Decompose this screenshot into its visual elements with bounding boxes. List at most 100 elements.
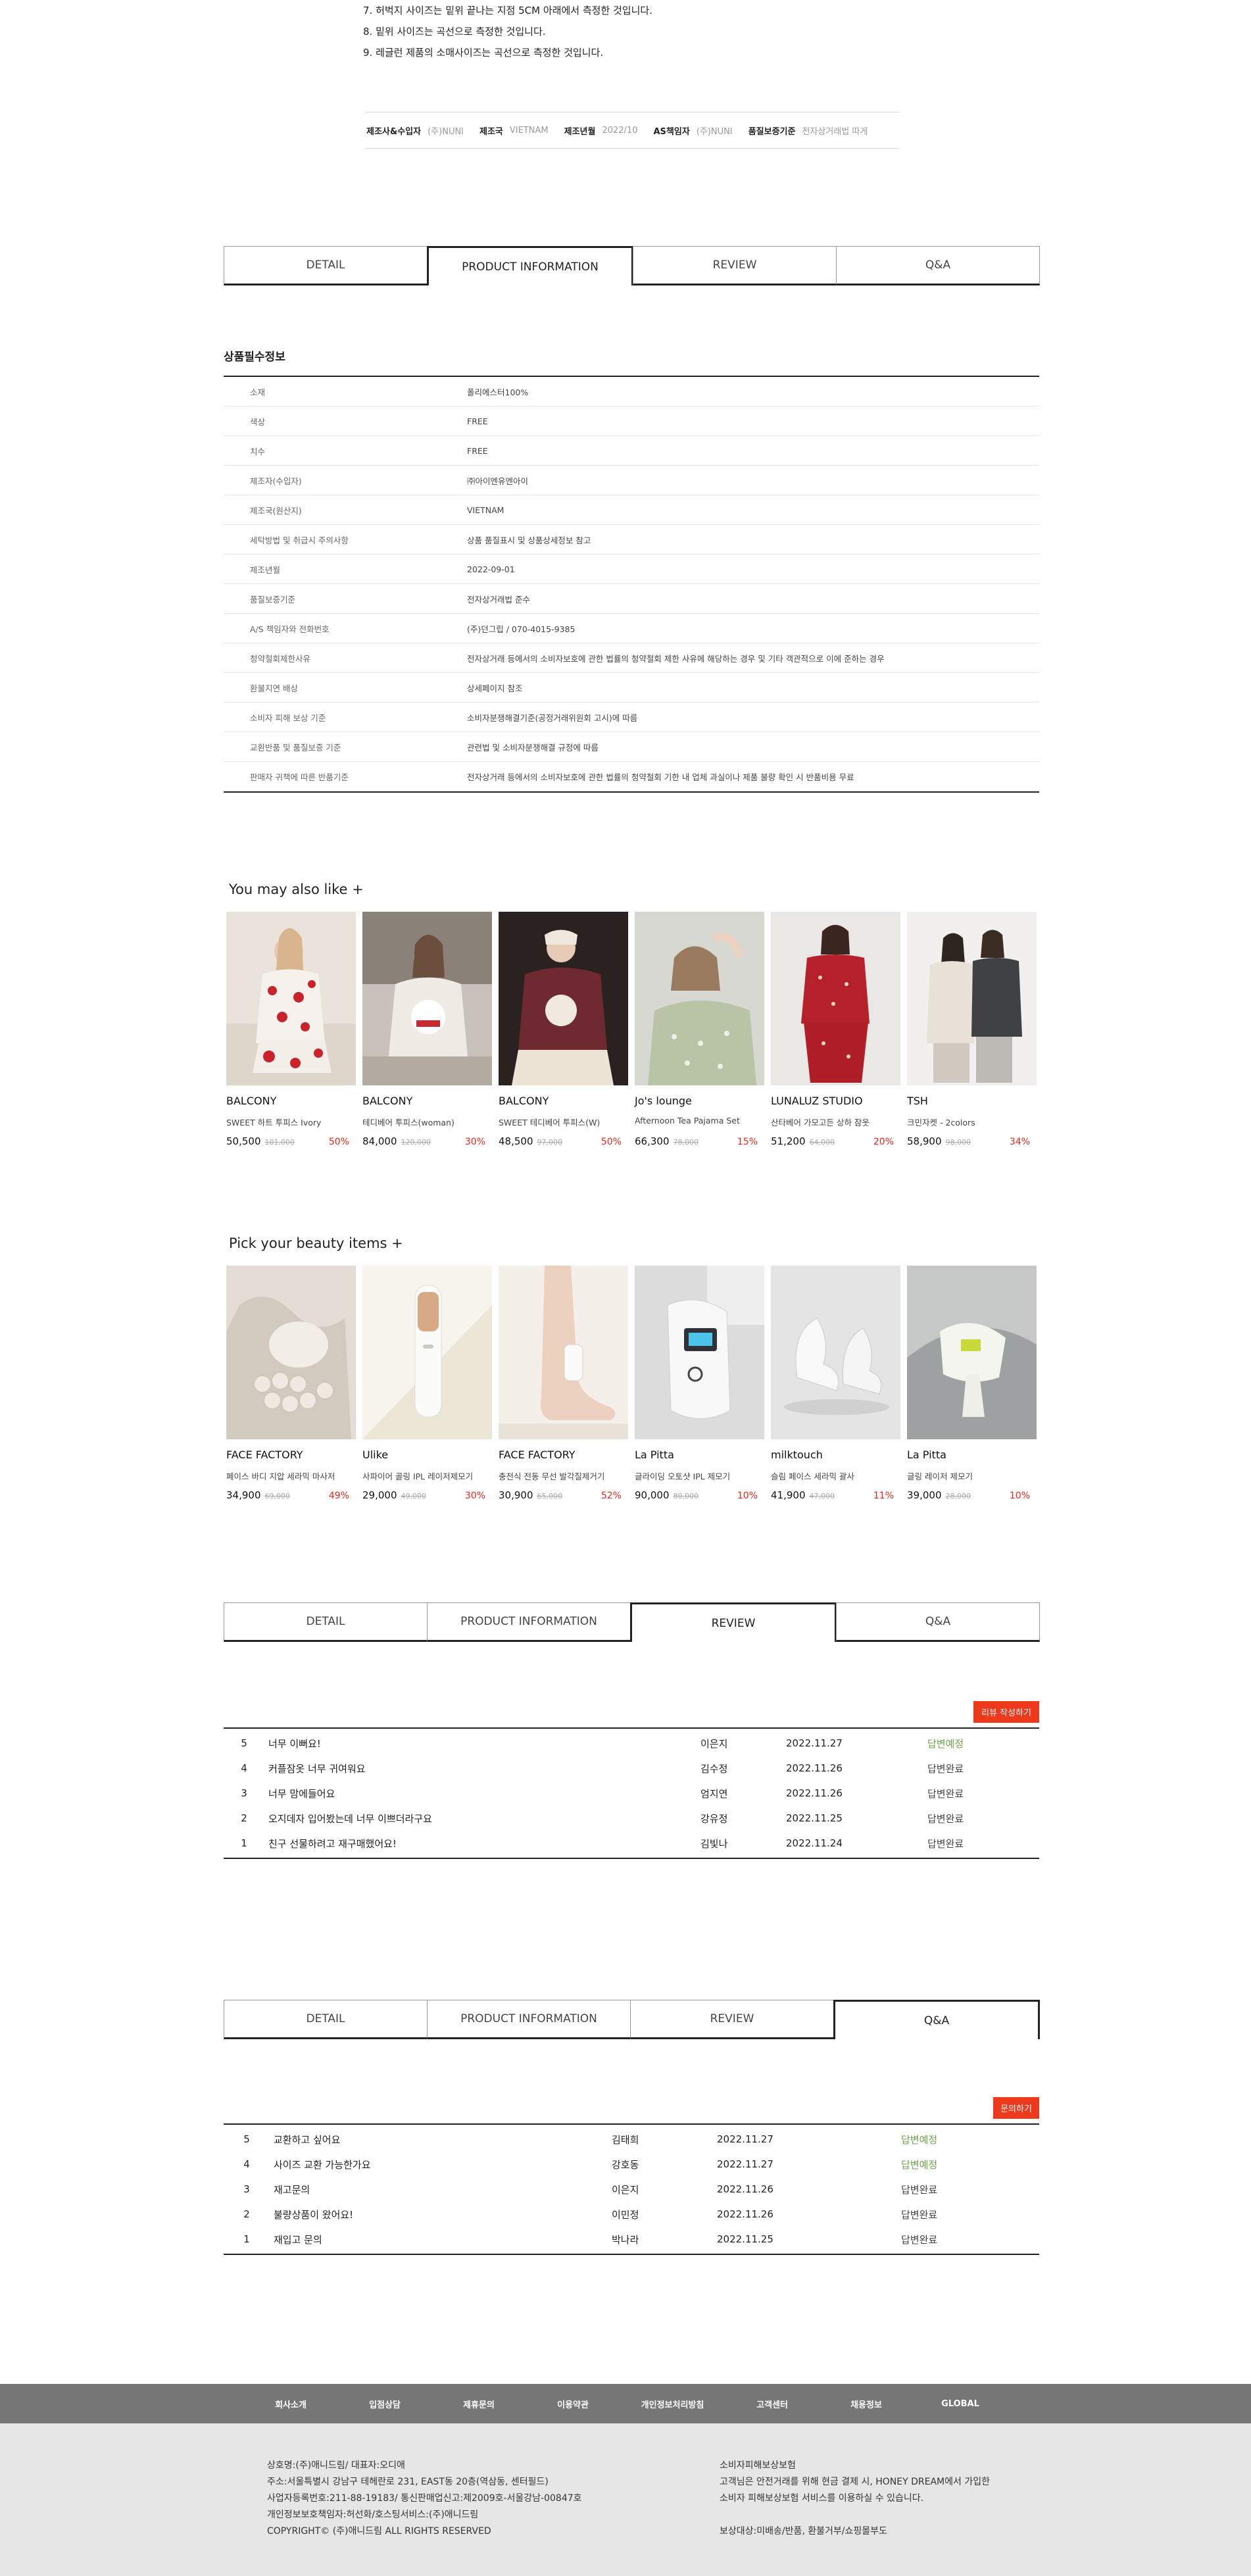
product-card[interactable]: La Pitta 글링 레이저 제모기 39,000 28,000 10% (907, 1266, 1037, 1502)
row-subject[interactable]: 커플잠옷 너무 귀여워요 (264, 1762, 700, 1775)
product-name[interactable]: 사파이어 골링 IPL 레이저제모기 (362, 1470, 492, 1481)
row-date: 2022.11.25 (786, 1812, 843, 1824)
row-subject[interactable]: 재입고 문의 (270, 2233, 612, 2246)
product-name[interactable]: 슬림 페이스 세라믹 괄사 (771, 1470, 900, 1481)
product-image-jackets[interactable] (907, 912, 1037, 1085)
review-row[interactable]: 2 오지데자 입어봤는데 너무 이쁘더라구요 강유정 2022.11.25 답변완료 (224, 1806, 1039, 1831)
qna-row[interactable]: 4 사이즈 교환 가능한가요 강호동 2022.11.27 답변예정 (224, 2152, 1039, 2177)
review-row[interactable]: 3 너무 맘에들어요 엄지연 2022.11.26 답변완료 (224, 1781, 1039, 1806)
qna-row[interactable]: 1 재입고 문의 박나라 2022.11.25 답변완료 (224, 2227, 1039, 2252)
product-brand: BALCONY (499, 1095, 549, 1107)
ask-question-button[interactable]: 문의하기 (993, 2097, 1039, 2119)
tab-qna[interactable]: Q&A (836, 246, 1040, 285)
product-card[interactable]: Jo's lounge Afternoon Tea Pajama Set 66,… (635, 912, 764, 1149)
info-value: 소비자분쟁해결기준(공정거래위원회 고시)에 따름 (467, 712, 638, 723)
qna-row[interactable]: 2 불량상품이 왔어요! 이민정 2022.11.26 답변완료 (224, 2202, 1039, 2227)
review-row[interactable]: 5 너무 이뻐요! 이은지 2022.11.27 답변예정 (224, 1731, 1039, 1756)
product-brand: milktouch (771, 1449, 823, 1461)
product-image-teddy-sweater[interactable] (362, 912, 492, 1085)
row-subject[interactable]: 너무 이뻐요! (264, 1737, 700, 1750)
product-image-pajama-hearts[interactable] (226, 912, 356, 1085)
tab-qna[interactable]: Q&A (836, 1602, 1040, 1642)
product-card[interactable]: milktouch 슬림 페이스 세라믹 괄사 41,900 47,000 11% (771, 1266, 900, 1502)
row-number: 4 (241, 1762, 247, 1774)
write-review-button[interactable]: 리뷰 작성하기 (973, 1701, 1039, 1723)
tab-bar-info: DETAIL PRODUCT INFORMATION REVIEW Q&A (224, 246, 1040, 285)
row-subject[interactable]: 불량상품이 왔어요! (270, 2208, 612, 2221)
product-name[interactable]: 페이스 바디 지압 세라믹 마사저 (226, 1470, 356, 1481)
product-card[interactable]: FACE FACTORY 충전식 전동 무선 발각질제거기 30,900 65,0… (499, 1266, 628, 1502)
row-date: 2022.11.24 (786, 1837, 843, 1849)
product-card[interactable]: FACE FACTORY 페이스 바디 지압 세라믹 마사저 34,900 69,… (226, 1266, 356, 1502)
beauty-title[interactable]: Pick your beauty items + (229, 1235, 403, 1251)
tab-detail[interactable]: DETAIL (224, 2000, 428, 2039)
product-image-gua-sha[interactable] (771, 1266, 900, 1439)
product-name[interactable]: 크민자켓 - 2colors (907, 1116, 1037, 1127)
tab-product-information[interactable]: PRODUCT INFORMATION (427, 246, 633, 285)
product-name[interactable]: 충전식 전동 무선 발각질제거기 (499, 1470, 628, 1481)
footer-link-affiliate[interactable]: 제휴문의 (432, 2398, 526, 2410)
info-row: 소비자 피해 보상 기준 소비자분쟁해결기준(공정거래위원회 고시)에 따름 (224, 703, 1039, 732)
product-price: 34,900 (226, 1489, 261, 1501)
info-row: 소재 폴리에스터100% (224, 377, 1039, 407)
review-row[interactable]: 4 커플잠옷 너무 귀여워요 김수정 2022.11.26 답변완료 (224, 1756, 1039, 1781)
footer-link-privacy[interactable]: 개인정보처리방침 (620, 2398, 725, 2410)
product-card[interactable]: LUNALUZ STUDIO 산타베어 가모고든 상하 잠옷 51,200 64,… (771, 912, 900, 1149)
product-name[interactable]: 글라이딩 오토샷 IPL 제모기 (635, 1470, 764, 1481)
tab-detail[interactable]: DETAIL (224, 246, 428, 285)
product-card[interactable]: BALCONY SWEET 하트 투피스 Ivory 50,500 101,000… (226, 912, 356, 1149)
product-image-ceramic-massager[interactable] (226, 1266, 356, 1439)
tab-review[interactable]: REVIEW (630, 1602, 837, 1642)
footer-link-partnership[interactable]: 입점상담 (338, 2398, 432, 2410)
product-image-floral-pajama[interactable] (635, 912, 764, 1085)
row-status: 답변예정 (927, 1737, 964, 1750)
product-name[interactable]: Afternoon Tea Pajama Set (635, 1116, 764, 1127)
product-image-ipl-device[interactable] (362, 1266, 492, 1439)
you-may-like-title[interactable]: You may also like + (229, 881, 364, 897)
row-subject[interactable]: 사이즈 교환 가능한가요 (270, 2158, 612, 2171)
product-card[interactable]: BALCONY 테디베어 투피스(woman) 84,000 120,000 30% (362, 912, 492, 1149)
product-card[interactable]: BALCONY SWEET 테디베어 투피스(W) 48,500 97,000 50… (499, 912, 628, 1149)
size-note: 8. 밑위 사이즈는 곡선으로 측정한 것입니다. (363, 26, 546, 37)
product-price: 30,900 (499, 1489, 533, 1501)
product-name[interactable]: SWEET 테디베어 투피스(W) (499, 1116, 628, 1127)
tab-review[interactable]: REVIEW (630, 2000, 834, 2039)
info-row: 세탁방법 및 취급시 주의사항 상품 품질표시 및 상품상세정보 참고 (224, 525, 1039, 555)
tab-review[interactable]: REVIEW (633, 246, 837, 285)
product-name[interactable]: 글링 레이저 제모기 (907, 1470, 1037, 1481)
product-card[interactable]: La Pitta 글라이딩 오토샷 IPL 제모기 90,000 80,000 10… (635, 1266, 764, 1502)
product-name[interactable]: SWEET 하트 투피스 Ivory (226, 1116, 356, 1127)
product-image-teddy-burgundy[interactable] (499, 912, 628, 1085)
tab-product-information[interactable]: PRODUCT INFORMATION (427, 1602, 631, 1642)
footer-link-global[interactable]: GLOBAL (914, 2399, 1008, 2409)
footer-link-careers[interactable]: 채용정보 (820, 2398, 914, 2410)
row-subject[interactable]: 친구 선물하려고 재구매했어요! (264, 1837, 700, 1850)
tab-detail[interactable]: DETAIL (224, 1602, 428, 1642)
row-date: 2022.11.26 (786, 1787, 843, 1799)
row-subject[interactable]: 교환하고 싶어요 (270, 2133, 612, 2146)
size-note: 7. 허벅지 사이즈는 밑위 끝나는 지점 5CM 아래에서 측정한 것입니다. (363, 5, 652, 16)
product-image-foot-file[interactable] (499, 1266, 628, 1439)
tab-qna[interactable]: Q&A (833, 2000, 1040, 2039)
qna-row[interactable]: 5 교환하고 싶어요 김태희 2022.11.27 답변예정 (224, 2127, 1039, 2152)
product-name[interactable]: 산타베어 가모고든 상하 잠옷 (771, 1116, 900, 1127)
row-subject[interactable]: 재고문의 (270, 2183, 612, 2196)
footer-link-terms[interactable]: 이용약관 (526, 2398, 620, 2410)
product-card[interactable]: Ulike 사파이어 골링 IPL 레이저제모기 29,000 49,000 30% (362, 1266, 492, 1502)
row-subject[interactable]: 오지데자 입어봤는데 너무 이쁘더라구요 (264, 1812, 700, 1825)
footer-link-company[interactable]: 회사소개 (244, 2398, 338, 2410)
row-status: 답변예정 (901, 2133, 938, 2146)
info-label: 치수 (250, 446, 266, 457)
product-image-white-ipl[interactable] (635, 1266, 764, 1439)
qna-row[interactable]: 3 재고문의 이은지 2022.11.26 답변완료 (224, 2177, 1039, 2202)
row-author: 강유정 (700, 1812, 728, 1825)
review-row[interactable]: 1 친구 선물하려고 재구매했어요! 김빛나 2022.11.24 답변완료 (224, 1831, 1039, 1856)
product-card[interactable]: TSH 크민자켓 - 2colors 58,900 98,000 34% (907, 912, 1037, 1149)
product-name[interactable]: 테디베어 투피스(woman) (362, 1116, 492, 1127)
product-image-laser-device[interactable] (907, 1266, 1037, 1439)
product-brand: Jo's lounge (635, 1095, 692, 1107)
tab-product-information[interactable]: PRODUCT INFORMATION (427, 2000, 631, 2039)
footer-link-support[interactable]: 고객센터 (725, 2398, 820, 2410)
product-image-red-pajama[interactable] (771, 912, 900, 1085)
row-subject[interactable]: 너무 맘에들어요 (264, 1787, 700, 1800)
